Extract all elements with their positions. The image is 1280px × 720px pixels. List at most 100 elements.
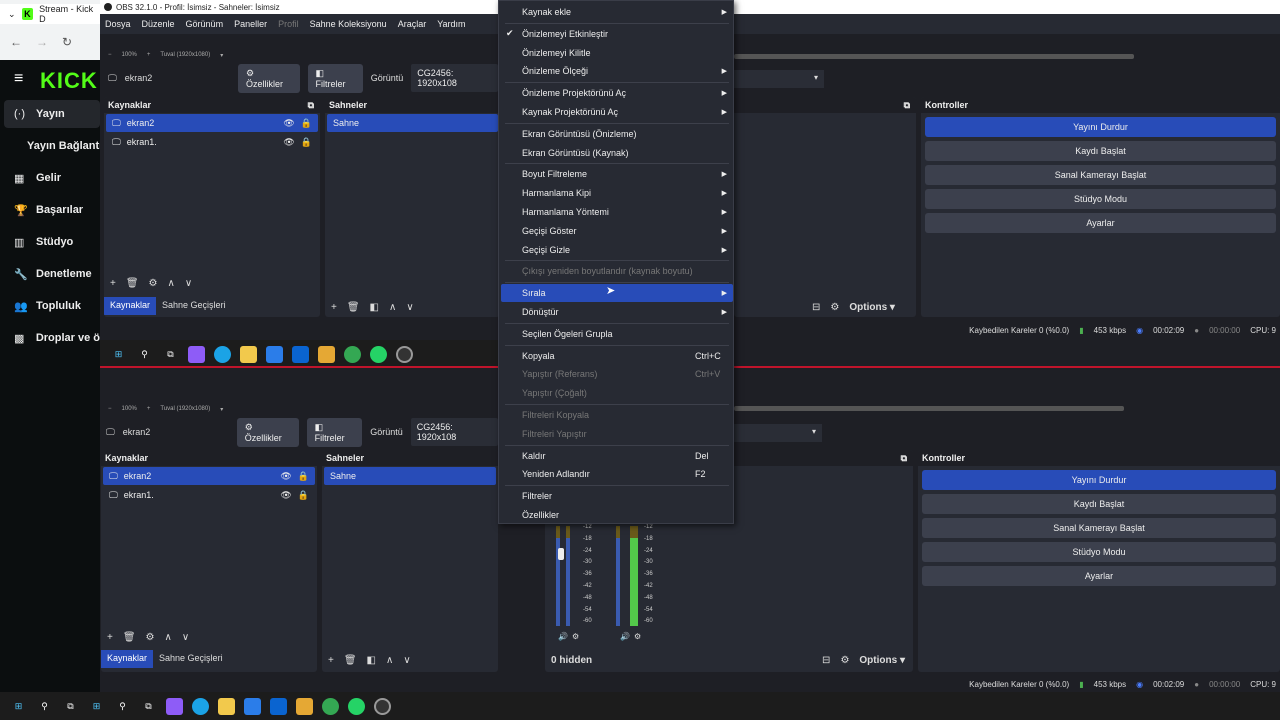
context-menu-item[interactable]: Ekran Görüntüsü (Önizleme) — [499, 125, 733, 143]
back-icon[interactable]: ← — [10, 35, 22, 49]
move-down-icon[interactable]: ∨ — [185, 278, 192, 289]
eye-icon[interactable]: 👁 — [283, 137, 294, 148]
menu-icon[interactable]: ≡ — [14, 70, 23, 88]
copilot-icon[interactable] — [166, 697, 183, 715]
context-menu-item[interactable]: Harmanlama Kipi ▶ — [499, 184, 733, 202]
trash-icon[interactable]: 🗑 — [126, 278, 139, 289]
display-dropdown-icon[interactable]: ▾ — [734, 424, 822, 442]
filters-button[interactable]: ◧ Filtreler — [306, 417, 363, 447]
properties-button[interactable]: ⚙ Özellikler — [236, 417, 299, 447]
context-menu-item[interactable]: Geçişi Göster ▶ — [499, 222, 733, 240]
whatsapp-icon[interactable] — [348, 697, 365, 715]
options-button[interactable]: Options ▾ — [849, 302, 895, 313]
mixer-gear-icon[interactable]: ⚙ — [840, 655, 849, 666]
tab-transitions[interactable]: Sahne Geçişleri — [156, 297, 232, 315]
browser-tab[interactable]: ⌄ K Stream - Kick D — [0, 4, 100, 24]
eye-icon[interactable]: 👁 — [280, 471, 291, 482]
trash-icon[interactable]: 🗑 — [347, 302, 360, 313]
mixer-settings-icon[interactable]: ⚙ — [572, 632, 579, 641]
trash-icon[interactable]: 🗑 — [123, 632, 136, 643]
context-menu-item[interactable]: Geçişi Gizle ▶ — [499, 241, 733, 259]
stop-stream-button[interactable]: Yayını Durdur — [925, 117, 1276, 137]
h-scrollbar-top[interactable] — [734, 54, 1134, 59]
display-select[interactable]: CG2456: 1920x108 — [410, 418, 498, 446]
scene-item[interactable]: Sahne — [327, 114, 498, 132]
context-menu-item[interactable]: Ekran Görüntüsü (Kaynak) — [499, 144, 733, 162]
eye-icon[interactable]: 👁 — [280, 490, 291, 501]
media-icon[interactable] — [318, 345, 335, 363]
context-menu-item[interactable]: Önizleme Ölçeği ▶ — [499, 62, 733, 80]
context-menu-item[interactable]: Boyut Filtreleme ▶ — [499, 165, 733, 183]
filters-button[interactable]: ◧ Filtreler — [307, 63, 363, 93]
gear-icon[interactable]: ⚙ — [146, 632, 155, 643]
add-icon[interactable]: + — [328, 655, 334, 666]
taskview-icon[interactable]: ⧉ — [62, 698, 79, 715]
kick-nav-item[interactable]: ▦ Gelir — [0, 164, 100, 192]
tab-transitions[interactable]: Sahne Geçişleri — [153, 650, 229, 668]
menu-item[interactable]: Sahne Koleksiyonu — [310, 19, 387, 29]
undock-icon[interactable]: ⧉ — [308, 100, 314, 111]
windows-start-icon[interactable]: ⊞ — [110, 346, 127, 363]
forward-icon[interactable]: → — [36, 35, 48, 49]
mute-icon[interactable]: 🔊 — [558, 632, 568, 641]
context-menu-item[interactable]: Kaldır Del — [499, 447, 733, 465]
add-icon[interactable]: + — [110, 278, 116, 289]
context-menu-item[interactable]: Harmanlama Yöntemi ▶ — [499, 203, 733, 221]
menu-item[interactable]: Düzenle — [142, 19, 175, 29]
search-icon[interactable]: ⚲ — [114, 698, 131, 715]
zoom-in-icon[interactable]: + — [147, 406, 151, 412]
menu-item[interactable]: Yardım — [437, 19, 465, 29]
settings-button[interactable]: Ayarlar — [925, 213, 1276, 233]
start-record-button[interactable]: Kaydı Başlat — [922, 494, 1276, 514]
whatsapp-icon[interactable] — [370, 345, 387, 363]
layout-icon[interactable]: ⊟ — [812, 302, 820, 313]
store-icon[interactable] — [244, 697, 261, 715]
search-icon[interactable]: ⚲ — [36, 698, 53, 715]
outlook-icon[interactable] — [292, 345, 309, 363]
context-menu-item[interactable]: Özellikler — [499, 506, 733, 524]
zoom-dropdown-icon[interactable]: ▾ — [220, 406, 223, 413]
studio-mode-button[interactable]: Stüdyo Modu — [925, 189, 1276, 209]
tab-dropdown-icon[interactable]: ⌄ — [8, 9, 16, 20]
folder-icon[interactable] — [218, 697, 235, 715]
add-icon[interactable]: + — [331, 302, 337, 313]
context-menu-item[interactable]: Seçilen Ögeleri Grupla — [499, 325, 733, 343]
kick-nav-item[interactable]: Yayın Bağlantı — [0, 132, 102, 160]
filter-icon[interactable]: ◧ — [367, 655, 376, 666]
kick-nav-item[interactable]: 🔧 Denetleme — [0, 260, 100, 288]
move-up-icon[interactable]: ∧ — [168, 278, 175, 289]
context-menu-item[interactable]: Önizlemeyi Kilitle — [499, 44, 733, 62]
move-down-icon[interactable]: ∨ — [182, 632, 189, 643]
stop-stream-button[interactable]: Yayını Durdur — [922, 470, 1276, 490]
obs-taskbar-icon[interactable] — [396, 345, 413, 363]
kick-nav-item[interactable]: 🏆 Başarılar — [0, 196, 100, 224]
tab-sources[interactable]: Kaynaklar — [101, 650, 154, 668]
chrome-icon[interactable] — [322, 697, 339, 715]
zoom-in-icon[interactable]: + — [147, 52, 151, 58]
move-down-icon[interactable]: ∨ — [406, 302, 413, 313]
menu-item[interactable]: Paneller — [234, 19, 267, 29]
start-virtualcam-button[interactable]: Sanal Kamerayı Başlat — [925, 165, 1276, 185]
edge-icon[interactable] — [192, 697, 209, 715]
lock-icon[interactable]: 🔒 — [301, 118, 312, 129]
copilot-icon[interactable] — [188, 345, 205, 363]
layout-icon[interactable]: ⊟ — [822, 655, 830, 666]
edge-icon[interactable] — [214, 345, 231, 363]
context-menu-item[interactable]: Önizleme Projektörünü Aç ▶ — [499, 84, 733, 102]
context-menu-item[interactable]: Kaynak ekle ▶ — [499, 3, 733, 21]
mute-icon[interactable]: 🔊 — [620, 632, 630, 641]
mixer-gear-icon[interactable]: ⚙ — [830, 302, 839, 313]
search-icon[interactable]: ⚲ — [136, 346, 153, 363]
kick-logo[interactable]: KICK — [40, 68, 98, 94]
h-scrollbar-bottom[interactable] — [734, 406, 1124, 411]
context-menu-item[interactable]: Kaynak Projektörünü Aç ▶ — [499, 103, 733, 121]
kick-nav-item[interactable]: ▥ Stüdyo — [0, 228, 100, 256]
undock-icon[interactable]: ⧉ — [904, 100, 910, 111]
undock-icon[interactable]: ⧉ — [901, 453, 907, 464]
start-record-button[interactable]: Kaydı Başlat — [925, 141, 1276, 161]
context-menu-item[interactable]: Filtreler — [499, 487, 733, 505]
menu-item[interactable]: Araçlar — [398, 19, 427, 29]
source-item[interactable]: 🖵 ekran1. 👁 🔒 — [106, 133, 318, 151]
eye-icon[interactable]: 👁 — [283, 118, 294, 129]
properties-button[interactable]: ⚙ Özellikler — [237, 63, 300, 93]
